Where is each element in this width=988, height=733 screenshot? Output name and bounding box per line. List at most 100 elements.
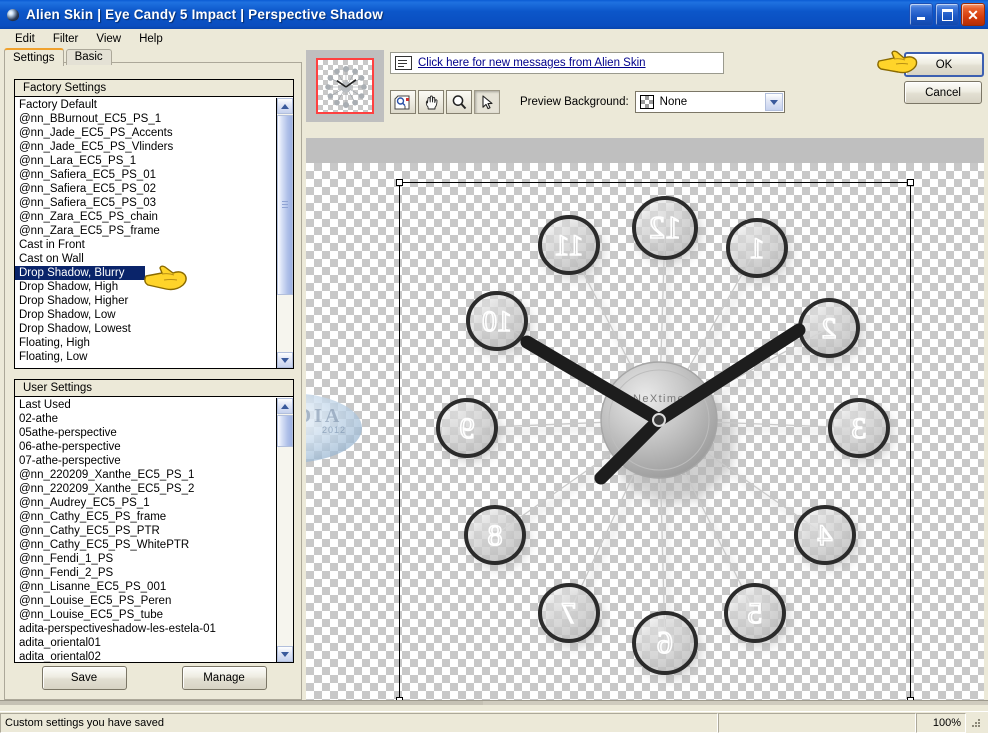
- thumbnail-area: [306, 50, 384, 122]
- list-item[interactable]: @nn_Fendi_2_PS: [15, 566, 276, 580]
- preview-background-select[interactable]: None: [634, 91, 785, 113]
- window-title: Alien Skin | Eye Candy 5 Impact | Perspe…: [26, 7, 384, 22]
- scroll-down-icon[interactable]: [277, 352, 293, 368]
- application-window: Alien Skin | Eye Candy 5 Impact | Perspe…: [0, 0, 988, 733]
- hand-icon[interactable]: [418, 90, 444, 114]
- resize-handle-top-right[interactable]: [907, 179, 914, 186]
- list-item[interactable]: Drop Shadow, Higher: [15, 294, 276, 308]
- status-hint: Custom settings you have saved: [0, 712, 718, 733]
- list-item[interactable]: @nn_220209_Xanthe_EC5_PS_1: [15, 468, 276, 482]
- list-item[interactable]: @nn_Lara_EC5_PS_1: [15, 154, 276, 168]
- factory-scrollbar[interactable]: [276, 98, 293, 368]
- status-zoom: 100%: [916, 712, 966, 733]
- list-item[interactable]: @nn_BBurnout_EC5_PS_1: [15, 112, 276, 126]
- list-item[interactable]: @nn_Jade_EC5_PS_Accents: [15, 126, 276, 140]
- list-item[interactable]: @nn_Louise_EC5_PS_Peren: [15, 594, 276, 608]
- cancel-button[interactable]: Cancel: [904, 81, 982, 104]
- list-item[interactable]: Floating, High: [15, 336, 276, 350]
- user-settings-header: User Settings: [15, 380, 293, 397]
- list-item[interactable]: @nn_Zara_EC5_PS_chain: [15, 210, 276, 224]
- pointing-hand-cursor-settings: [144, 265, 187, 291]
- list-item[interactable]: Drop Shadow, Blurry: [15, 266, 145, 280]
- message-bar[interactable]: Click here for new messages from Alien S…: [390, 52, 724, 74]
- tab-strip: Settings Basic: [4, 48, 114, 66]
- list-item[interactable]: @nn_Safiera_EC5_PS_03: [15, 196, 276, 210]
- tab-basic[interactable]: Basic: [65, 49, 112, 65]
- new-messages-link[interactable]: Click here for new messages from Alien S…: [418, 57, 646, 69]
- user-settings-list[interactable]: Last Used 02-athe 05athe-perspective 06-ath…: [15, 398, 276, 662]
- list-item[interactable]: @nn_Zara_EC5_PS_frame: [15, 224, 276, 238]
- user-scrollbar[interactable]: [276, 398, 293, 662]
- list-item[interactable]: adita_oriental02: [15, 650, 276, 662]
- minimize-icon: [917, 16, 925, 20]
- tab-settings[interactable]: Settings: [4, 48, 64, 66]
- list-item[interactable]: 02-athe: [15, 412, 276, 426]
- list-item[interactable]: @nn_Cathy_EC5_PS_frame: [15, 510, 276, 524]
- zoom-magnifier-icon[interactable]: [446, 90, 472, 114]
- maximize-icon: [941, 8, 953, 21]
- tool-row: Preview Background: None: [390, 90, 785, 114]
- list-item[interactable]: @nn_Jade_EC5_PS_Vlinders: [15, 140, 276, 154]
- factory-settings-list[interactable]: Factory Default @nn_BBurnout_EC5_PS_1 @nn_…: [15, 98, 276, 368]
- scroll-down-icon[interactable]: [277, 646, 293, 662]
- save-button[interactable]: Save: [41, 666, 127, 690]
- scrollbar-grip-icon: [282, 201, 288, 209]
- list-item[interactable]: @nn_Safiera_EC5_PS_02: [15, 182, 276, 196]
- selection-rectangle[interactable]: [396, 179, 914, 700]
- preview-background-value: None: [659, 96, 688, 108]
- scrollbar-thumb[interactable]: [277, 115, 293, 295]
- thumbnail-clock-icon: [325, 65, 367, 109]
- preview-panel: Click here for new messages from Alien S…: [306, 50, 984, 700]
- menu-item-help[interactable]: Help: [130, 31, 172, 47]
- user-settings-group: User Settings Last Used 02-athe 05athe-per…: [14, 379, 294, 663]
- checkerboard-swatch: [639, 95, 654, 109]
- minimize-button[interactable]: [909, 3, 933, 26]
- list-item[interactable]: @nn_220209_Xanthe_EC5_PS_2: [15, 482, 276, 496]
- list-item[interactable]: @nn_Cathy_EC5_PS_WhitePTR: [15, 538, 276, 552]
- settings-button-row: Save Manage: [14, 666, 294, 690]
- scroll-up-icon[interactable]: [277, 98, 293, 114]
- resize-handle-top-left[interactable]: [396, 179, 403, 186]
- scrollbar-thumb[interactable]: [277, 415, 293, 447]
- list-item[interactable]: @nn_Audrey_EC5_PS_1: [15, 496, 276, 510]
- list-item[interactable]: Cast in Front: [15, 238, 276, 252]
- preview-background-label: Preview Background:: [520, 96, 629, 108]
- scroll-up-icon[interactable]: [277, 398, 293, 414]
- list-item[interactable]: @nn_Lisanne_EC5_PS_001: [15, 580, 276, 594]
- settings-panel: Factory Settings Factory Default @nn_BBur…: [4, 62, 302, 700]
- status-divider: [0, 700, 988, 711]
- list-item[interactable]: Drop Shadow, Low: [15, 308, 276, 322]
- status-middle: [718, 712, 916, 733]
- list-item[interactable]: Drop Shadow, Lowest: [15, 322, 276, 336]
- message-icon: [395, 56, 412, 70]
- list-item[interactable]: @nn_Safiera_EC5_PS_01: [15, 168, 276, 182]
- chevron-down-icon[interactable]: [764, 93, 783, 111]
- alien-head-icon: [5, 7, 21, 23]
- list-item[interactable]: Last Used: [15, 398, 276, 412]
- list-item[interactable]: adita_oriental01: [15, 636, 276, 650]
- maximize-button[interactable]: [935, 3, 959, 26]
- list-item[interactable]: @nn_Louise_EC5_PS_tube: [15, 608, 276, 622]
- list-item[interactable]: @nn_Fendi_1_PS: [15, 552, 276, 566]
- resize-grip-icon[interactable]: [968, 715, 984, 731]
- menu-item-edit[interactable]: Edit: [6, 31, 44, 47]
- arrow-select-icon[interactable]: [474, 90, 500, 114]
- compare-preview-icon[interactable]: [390, 90, 416, 114]
- close-icon: ✕: [967, 6, 979, 23]
- factory-settings-header: Factory Settings: [15, 80, 293, 97]
- list-item[interactable]: @nn_Cathy_EC5_PS_PTR: [15, 524, 276, 538]
- preview-canvas[interactable]: 12 1 2 3 4 5 6 7 8 9 10 11 NeXtime IA 20…: [306, 138, 984, 700]
- menu-item-view[interactable]: View: [87, 31, 130, 47]
- menu-item-filter[interactable]: Filter: [44, 31, 88, 47]
- list-item[interactable]: 07-athe-perspective: [15, 454, 276, 468]
- list-item[interactable]: adita-perspectiveshadow-les-estela-01: [15, 622, 276, 636]
- manage-button[interactable]: Manage: [181, 666, 267, 690]
- list-item[interactable]: Factory Default: [15, 98, 276, 112]
- close-button[interactable]: ✕: [961, 3, 985, 26]
- menu-bar: Edit Filter View Help: [0, 29, 988, 49]
- window-controls: ✕: [909, 3, 985, 26]
- clock-thumbnail[interactable]: [316, 58, 374, 114]
- list-item[interactable]: 06-athe-perspective: [15, 440, 276, 454]
- list-item[interactable]: Floating, Low: [15, 350, 276, 364]
- list-item[interactable]: 05athe-perspective: [15, 426, 276, 440]
